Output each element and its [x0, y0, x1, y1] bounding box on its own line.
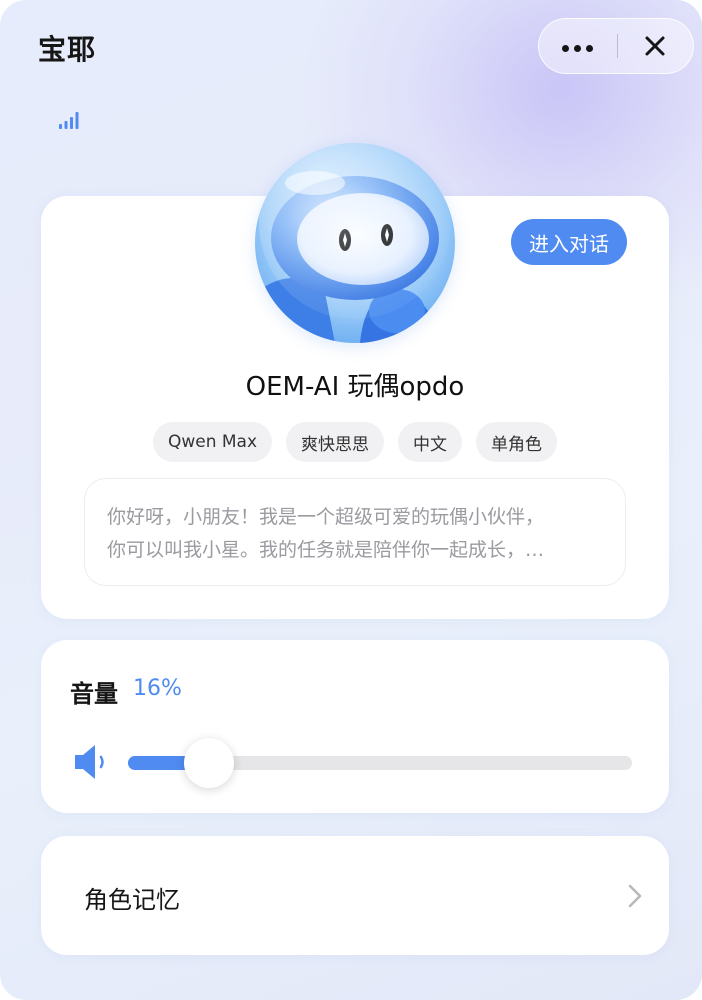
volume-slider-thumb[interactable] [183, 738, 234, 788]
intro-line: 你可以叫我小星。我的任务就是陪伴你一起成长，… [107, 539, 545, 561]
bot-name: OEM-AI 玩偶opdo [245, 372, 465, 402]
intro-line: 你好呀，小朋友！我是一个超级可爱的玩偶小伙伴， [107, 506, 545, 528]
volume-slider[interactable] [128, 738, 632, 788]
close-button[interactable] [618, 19, 694, 73]
more-button[interactable] [539, 19, 617, 73]
app-window: 宝耶 进入对话 OEM-AI 玩偶opdo Qwen Max 爽快思思 中文 单… [0, 0, 702, 1000]
tag-role-mode: 单角色 [476, 422, 558, 462]
tag-voice: 爽快思思 [286, 422, 385, 462]
window-capsule [538, 18, 694, 74]
robot-avatar-image [255, 143, 455, 343]
close-icon [645, 36, 665, 56]
tag-language: 中文 [398, 422, 463, 462]
chevron-right-icon [628, 884, 642, 908]
signal-bars-icon [59, 112, 79, 129]
tag-list: Qwen Max 爽快思思 中文 单角色 [41, 422, 669, 462]
role-memory-row[interactable]: 角色记忆 [41, 836, 669, 955]
volume-label: 音量 [70, 680, 118, 708]
volume-value: 16% [133, 676, 182, 701]
robot-avatar [255, 143, 455, 343]
enter-chat-button[interactable]: 进入对话 [511, 219, 627, 265]
more-dots-icon [560, 37, 596, 56]
volume-card: 音量 16% [41, 640, 669, 813]
tag-model: Qwen Max [152, 422, 273, 462]
intro-text-box[interactable]: 你好呀，小朋友！我是一个超级可爱的玩偶小伙伴， 你可以叫我小星。我的任务就是陪伴… [84, 478, 626, 586]
speaker-icon[interactable] [73, 742, 109, 782]
app-title: 宝耶 [38, 33, 97, 66]
role-memory-label: 角色记忆 [84, 886, 180, 914]
